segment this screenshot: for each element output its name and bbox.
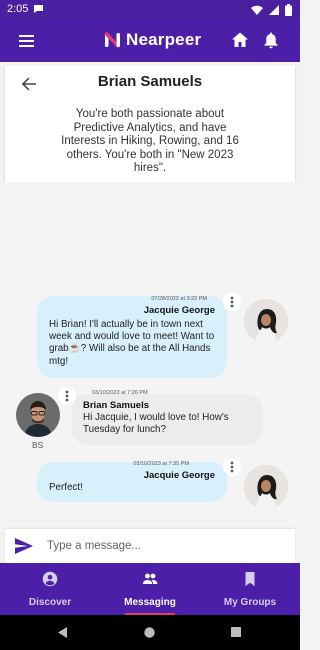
message-text: Hi Jacquie, I would love to! How's Tuesd… [83, 412, 261, 436]
match-header-card: Brian Samuels You're both passionate abo… [5, 66, 295, 182]
message-input[interactable] [47, 536, 285, 556]
system-back-icon[interactable] [58, 627, 68, 638]
bell-icon[interactable] [263, 31, 279, 49]
message-timestamp: 03/10/2023 at 7:35 PM [133, 461, 189, 467]
status-time: 2:05 [7, 3, 29, 15]
message-options-button[interactable] [223, 293, 241, 311]
status-bar: 2:05 [0, 0, 300, 20]
message-text: Perfect! [49, 482, 219, 494]
more-vert-icon [230, 461, 234, 473]
bookmark-icon [245, 572, 255, 586]
conversation-title: Brian Samuels [97, 73, 203, 90]
nearpeer-logo-icon [104, 32, 120, 48]
system-icons [251, 4, 292, 16]
person-photo-icon [244, 299, 288, 343]
app-bar: Nearpeer [0, 20, 300, 62]
more-vert-icon [230, 296, 234, 308]
message-bubble-incoming[interactable]: 03/10/2023 at 7:26 PM Brian Samuels Hi J… [72, 390, 263, 445]
more-vert-icon [65, 390, 69, 402]
message-sender: Brian Samuels [83, 400, 149, 411]
message-sender: Jacquie George [143, 305, 215, 316]
brand: Nearpeer [104, 30, 201, 50]
person-photo-icon [16, 393, 60, 437]
nav-label: Messaging [124, 597, 176, 608]
nav-tab-messaging[interactable]: Messaging [100, 563, 200, 615]
battery-icon [285, 4, 292, 16]
nav-tab-discover[interactable]: Discover [0, 563, 100, 615]
sender-avatar-jacquie[interactable] [244, 465, 288, 509]
bottom-navigation: Discover Messaging My Groups [0, 563, 300, 615]
people-icon [142, 573, 158, 584]
message-timestamp: 07/28/2022 at 3:22 PM [151, 296, 207, 302]
avatar-initials: BS [32, 440, 44, 450]
send-icon[interactable] [15, 538, 33, 554]
match-summary: You're both passionate about Predictive … [61, 108, 239, 174]
system-recents-icon[interactable] [231, 627, 241, 637]
message-line: Hi Brian! I'll actually be in town next [49, 319, 203, 330]
message-bubble-outgoing[interactable]: 07/28/2022 at 3:22 PM Jacquie George Hi … [37, 296, 227, 378]
message-text: Hi Brian! I'll actually be in town next … [49, 319, 225, 368]
message-line: mtg! [49, 355, 69, 367]
message-sender: Jacquie George [143, 470, 215, 481]
nav-label: Discover [28, 597, 72, 608]
account-circle-icon [42, 571, 58, 587]
message-bubble-outgoing[interactable]: 03/10/2023 at 7:35 PM Jacquie George Per… [37, 461, 227, 502]
nav-tab-my-groups[interactable]: My Groups [200, 563, 300, 615]
chat-notification-icon [34, 5, 43, 13]
message-line: Hi Jacquie, I would love to! How's [83, 412, 229, 423]
app-name: Nearpeer [126, 30, 202, 49]
signal-icon [269, 5, 279, 15]
message-line: Tuesday for lunch? [83, 424, 166, 436]
message-list[interactable]: 07/28/2022 at 3:22 PM Jacquie George Hi … [0, 182, 300, 527]
system-navigation-bar [0, 615, 300, 650]
sender-avatar-jacquie[interactable] [244, 299, 288, 343]
menu-icon[interactable] [18, 32, 36, 50]
message-line: week and would love to meet! Want to [49, 331, 215, 343]
person-photo-icon [244, 465, 288, 509]
home-icon[interactable] [231, 31, 249, 49]
message-line: Perfect! [49, 482, 83, 493]
message-composer [5, 529, 295, 563]
sender-avatar-brian[interactable] [16, 393, 60, 437]
message-options-button[interactable] [223, 458, 241, 476]
message-timestamp: 03/10/2023 at 7:26 PM [92, 390, 148, 396]
wifi-icon [251, 5, 263, 15]
system-home-icon[interactable] [144, 627, 155, 638]
nav-label: My Groups [223, 597, 277, 608]
message-line: grab☕? Will also be at the All Hands [49, 343, 211, 355]
